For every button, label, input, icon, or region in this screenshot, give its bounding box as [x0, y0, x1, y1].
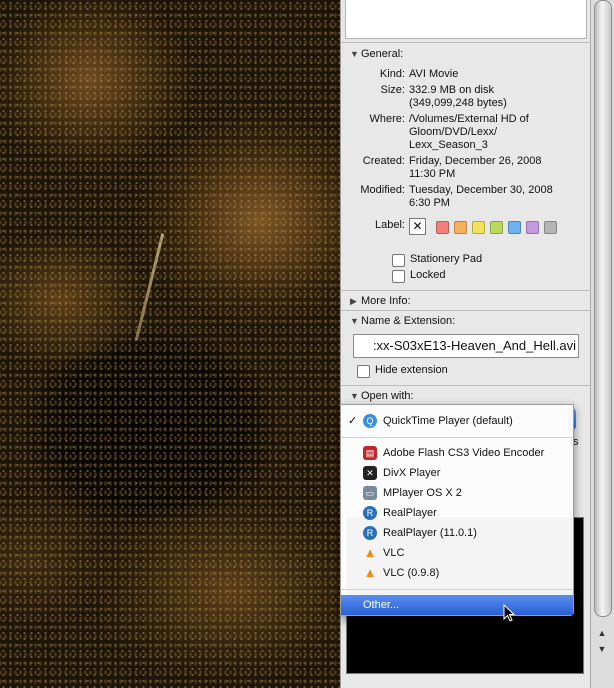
- label-purple-swatch[interactable]: [526, 221, 539, 234]
- filename-input[interactable]: :xx-S03xE13-Heaven_And_Hell.avi: [353, 334, 579, 358]
- realplayer-icon: R: [363, 506, 377, 520]
- mplayer-icon: ▭: [363, 486, 377, 500]
- scrollbar[interactable]: ▲ ▼: [590, 0, 614, 688]
- disclosure-open-icon[interactable]: ▼: [350, 45, 359, 63]
- menu-separator: [341, 437, 573, 438]
- divider: [341, 385, 591, 386]
- menu-item-flash-encoder[interactable]: ▤ Adobe Flash CS3 Video Encoder: [341, 443, 573, 463]
- disclosure-open-icon[interactable]: ▼: [350, 312, 359, 330]
- locked-checkbox[interactable]: [392, 270, 405, 283]
- realplayer-icon: R: [363, 526, 377, 540]
- stationery-label: Stationery Pad: [410, 253, 483, 265]
- section-open-with-title: Open with:: [361, 390, 414, 402]
- label-blue-swatch[interactable]: [508, 221, 521, 234]
- vlc-icon: ▲: [363, 565, 377, 580]
- menu-item-other[interactable]: Other...: [341, 595, 573, 615]
- section-name-extension-title: Name & Extension:: [361, 315, 456, 327]
- divider: [341, 310, 591, 311]
- background-streak: [134, 233, 165, 341]
- created-time: 11:30 PM: [409, 168, 456, 180]
- section-name-extension-header[interactable]: ▼ Name & Extension:: [341, 312, 591, 330]
- section-more-info-header[interactable]: ▶ More Info:: [341, 292, 591, 310]
- section-general-header[interactable]: ▼ General:: [341, 45, 591, 63]
- menu-item-label: RealPlayer: [383, 507, 437, 519]
- open-with-menu: ✓ Q QuickTime Player (default) ▤ Adobe F…: [340, 404, 574, 616]
- checkmark-icon: ✓: [348, 415, 358, 427]
- section-open-with-header[interactable]: ▼ Open with:: [341, 387, 591, 405]
- locked-label: Locked: [410, 269, 446, 281]
- size-bytes-value: (349,099,248 bytes): [409, 97, 507, 109]
- vlc-icon: ▲: [363, 545, 377, 560]
- flash-encoder-icon: ▤: [363, 446, 377, 460]
- label-yellow-swatch[interactable]: [472, 221, 485, 234]
- menu-item-label: VLC (0.9.8): [383, 567, 440, 579]
- label-green-swatch[interactable]: [490, 221, 503, 234]
- modified-date: Tuesday, December 30, 2008: [409, 184, 553, 196]
- divider: [341, 290, 591, 291]
- section-general-title: General:: [361, 48, 404, 60]
- created-date: Friday, December 26, 2008: [409, 155, 542, 167]
- label-label: Label:: [375, 219, 405, 231]
- mouse-pointer-icon: [503, 604, 516, 622]
- kind-label: Kind:: [379, 68, 405, 80]
- where-value-3: Lexx_Season_3: [409, 139, 488, 151]
- menu-item-label: DivX Player: [383, 467, 441, 479]
- scroll-down-arrow-icon[interactable]: ▼: [594, 642, 610, 656]
- disclosure-open-icon[interactable]: ▼: [350, 387, 359, 405]
- disclosure-closed-icon[interactable]: ▶: [350, 292, 357, 310]
- created-label: Created:: [362, 155, 405, 167]
- label-none-button[interactable]: ✕: [409, 218, 426, 235]
- menu-item-realplayer-11[interactable]: R RealPlayer (11.0.1): [341, 523, 573, 543]
- menu-item-vlc[interactable]: ▲ VLC: [341, 543, 573, 563]
- top-preview-box: [345, 0, 587, 39]
- menu-item-label: RealPlayer (11.0.1): [383, 527, 477, 539]
- hide-extension-checkbox[interactable]: [357, 365, 370, 378]
- menu-item-label: VLC: [383, 547, 405, 559]
- where-label: Where:: [369, 113, 405, 125]
- menu-item-vlc-098[interactable]: ▲ VLC (0.9.8): [341, 563, 573, 583]
- where-value-2: Gloom/DVD/Lexx/: [409, 126, 498, 138]
- hide-extension-label: Hide extension: [375, 364, 448, 376]
- menu-item-label: QuickTime Player (default): [383, 415, 513, 427]
- size-label: Size:: [380, 84, 405, 96]
- modified-time: 6:30 PM: [409, 197, 450, 209]
- stationery-checkbox[interactable]: [392, 254, 405, 267]
- menu-item-mplayer[interactable]: ▭ MPlayer OS X 2: [341, 483, 573, 503]
- quicktime-icon: Q: [363, 414, 377, 428]
- scroll-thumb[interactable]: [594, 0, 612, 617]
- menu-item-label: MPlayer OS X 2: [383, 487, 462, 499]
- label-red-swatch[interactable]: [436, 221, 449, 234]
- modified-label: Modified:: [360, 184, 405, 196]
- menu-separator: [341, 589, 573, 590]
- label-orange-swatch[interactable]: [454, 221, 467, 234]
- divider: [341, 42, 591, 43]
- menu-item-label: Other...: [363, 599, 400, 611]
- where-value-1: /Volumes/External HD of: [409, 113, 529, 125]
- menu-item-quicktime[interactable]: ✓ Q QuickTime Player (default): [341, 411, 573, 431]
- kind-value: AVI Movie: [409, 68, 459, 80]
- divx-icon: ✕: [363, 466, 377, 480]
- menu-item-divx[interactable]: ✕ DivX Player: [341, 463, 573, 483]
- section-more-info-title: More Info:: [361, 295, 411, 307]
- label-gray-swatch[interactable]: [544, 221, 557, 234]
- desktop-background: [0, 0, 340, 688]
- scroll-up-arrow-icon[interactable]: ▲: [594, 626, 610, 640]
- size-value: 332.9 MB on disk: [409, 84, 494, 96]
- menu-item-label: Adobe Flash CS3 Video Encoder: [383, 447, 545, 459]
- menu-item-realplayer[interactable]: R RealPlayer: [341, 503, 573, 523]
